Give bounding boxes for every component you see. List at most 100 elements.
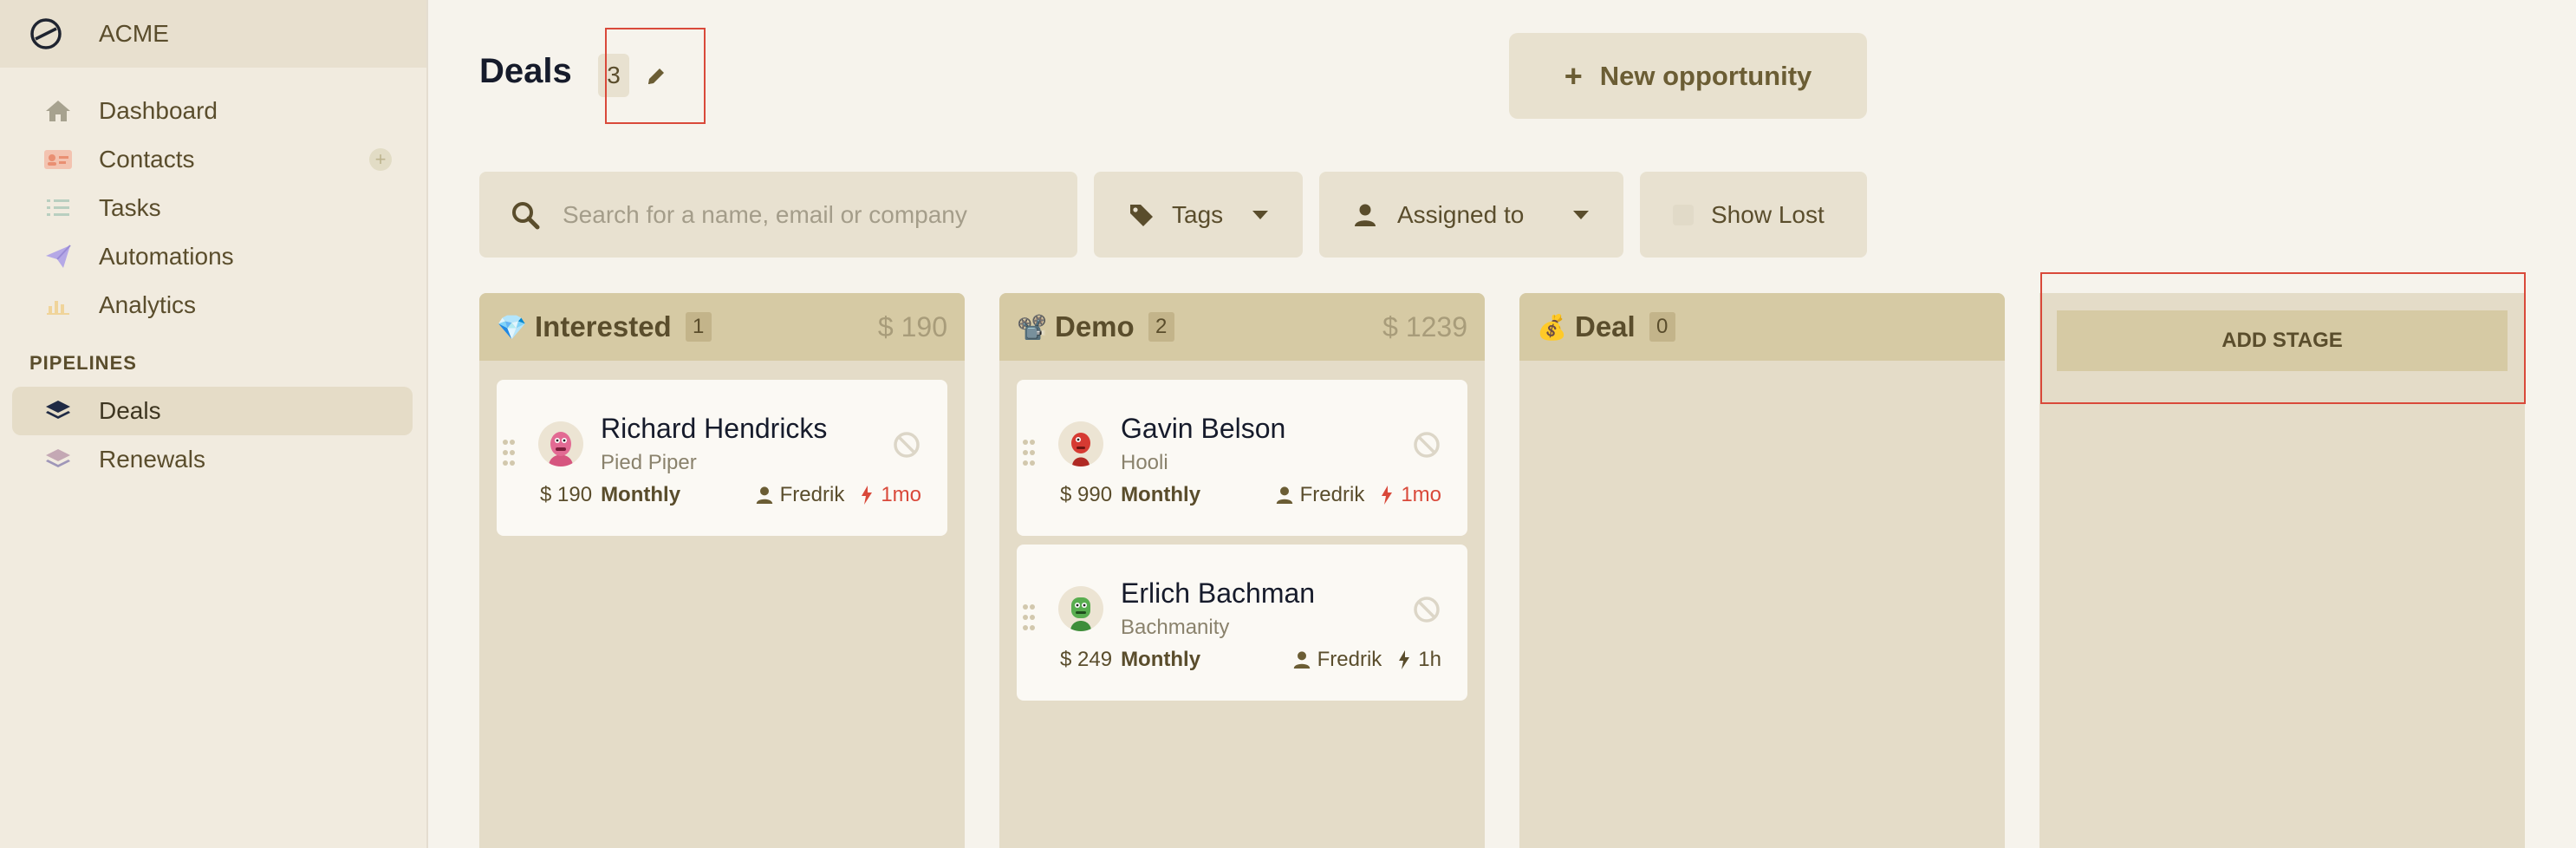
deal-age-value: 1mo bbox=[1401, 483, 1441, 506]
sidebar-item-dashboard[interactable]: Dashboard bbox=[0, 87, 426, 135]
stage-title: Interested bbox=[535, 310, 672, 342]
sidebar: ACME Dashboard Contacts + Tasks Automati… bbox=[0, 0, 428, 848]
show-lost-label: Show Lost bbox=[1711, 200, 1825, 228]
sidebar-item-label: Analytics bbox=[99, 291, 197, 318]
tags-filter-dropdown[interactable]: Tags bbox=[1094, 172, 1303, 258]
sidebar-item-label: Dashboard bbox=[99, 97, 218, 124]
assigned-to-filter-dropdown[interactable]: Assigned to bbox=[1319, 172, 1623, 258]
paper-plane-icon bbox=[43, 242, 73, 271]
deal-owner-name: Fredrik bbox=[1317, 648, 1382, 671]
stage-header[interactable]: 📽️ Demo 2 $ 1239 bbox=[999, 293, 1485, 361]
stage-total: $ 1239 bbox=[1382, 310, 1467, 342]
search-placeholder: Search for a name, email or company bbox=[563, 200, 967, 228]
deal-contact-name: Erlich Bachman bbox=[1121, 577, 1316, 609]
deal-card[interactable]: Richard Hendricks Pied Piper $ 190 Month… bbox=[497, 380, 947, 536]
mark-lost-icon[interactable] bbox=[1412, 430, 1441, 460]
mark-lost-icon[interactable] bbox=[892, 430, 921, 460]
sidebar-item-label: Deals bbox=[99, 397, 161, 424]
green-monster-avatar bbox=[1058, 586, 1103, 631]
deal-meta: $ 990 Monthly Fredrik 1mo bbox=[1060, 482, 1441, 508]
pipelines-section-title: PIPELINES bbox=[29, 352, 137, 374]
deal-owner-name: Fredrik bbox=[1299, 483, 1365, 506]
search-input[interactable]: Search for a name, email or company bbox=[479, 172, 1077, 258]
sidebar-item-renewals[interactable]: Renewals bbox=[0, 435, 426, 484]
sidebar-item-deals[interactable]: Deals bbox=[12, 387, 413, 435]
checklist-icon bbox=[43, 193, 73, 223]
drag-handle-icon[interactable] bbox=[502, 439, 516, 466]
sidebar-item-label: Contacts bbox=[99, 146, 195, 173]
deal-company: Pied Piper bbox=[601, 451, 697, 474]
add-stage-column: ADD STAGE bbox=[2039, 293, 2525, 848]
deal-meta: $ 249 Monthly Fredrik 1h bbox=[1060, 647, 1441, 673]
film-projector-icon: 📽️ bbox=[1017, 313, 1047, 341]
deal-period: Monthly bbox=[601, 483, 681, 506]
sidebar-item-contacts[interactable]: Contacts + bbox=[0, 135, 426, 184]
stage-column-demo: 📽️ Demo 2 $ 1239 Gavin Belson Hooli $ 99… bbox=[999, 293, 1485, 848]
layers-icon bbox=[43, 445, 73, 474]
assigned-to-label: Assigned to bbox=[1397, 200, 1525, 228]
deal-owner[interactable]: Fredrik bbox=[1293, 648, 1382, 672]
pencil-icon bbox=[648, 68, 664, 84]
stage-header[interactable]: 💎 Interested 1 $ 190 bbox=[479, 293, 965, 361]
user-icon bbox=[1276, 486, 1292, 504]
deal-meta: $ 190 Monthly Fredrik 1mo bbox=[540, 482, 921, 508]
sidebar-item-label: Renewals bbox=[99, 446, 205, 473]
home-icon bbox=[43, 96, 73, 126]
deal-amount: $ 249 bbox=[1060, 648, 1113, 671]
deal-owner-name: Fredrik bbox=[779, 483, 845, 506]
new-opportunity-button[interactable]: + New opportunity bbox=[1509, 33, 1867, 119]
deal-contact-name: Gavin Belson bbox=[1121, 413, 1286, 444]
user-icon bbox=[756, 486, 772, 504]
deal-age: 1mo bbox=[1380, 483, 1441, 507]
new-opportunity-label: New opportunity bbox=[1599, 60, 1812, 91]
red-monster-avatar bbox=[1058, 421, 1103, 466]
page-title: Deals bbox=[479, 52, 572, 90]
sidebar-nav: Dashboard Contacts + Tasks Automations A… bbox=[0, 68, 426, 484]
deal-age: 1h bbox=[1397, 648, 1441, 672]
deal-period: Monthly bbox=[1121, 648, 1201, 671]
search-icon bbox=[512, 201, 540, 229]
show-lost-toggle[interactable]: Show Lost bbox=[1640, 172, 1867, 258]
deal-contact-name: Richard Hendricks bbox=[601, 413, 828, 444]
deal-period: Monthly bbox=[1121, 483, 1201, 506]
deal-card[interactable]: Erlich Bachman Bachmanity $ 249 Monthly … bbox=[1017, 545, 1467, 701]
sidebar-item-label: Tasks bbox=[99, 194, 161, 221]
org-logo-icon bbox=[30, 18, 62, 49]
mark-lost-icon[interactable] bbox=[1412, 595, 1441, 624]
deal-card[interactable]: Gavin Belson Hooli $ 990 Monthly Fredrik… bbox=[1017, 380, 1467, 536]
deal-owner[interactable]: Fredrik bbox=[1276, 483, 1365, 507]
org-switcher[interactable]: ACME bbox=[0, 0, 426, 68]
stage-count-badge: 2 bbox=[1148, 312, 1174, 342]
pink-monster-avatar bbox=[538, 421, 583, 466]
bar-chart-icon bbox=[43, 290, 73, 320]
org-name: ACME bbox=[99, 20, 169, 47]
tag-icon bbox=[1130, 204, 1153, 226]
deal-company: Hooli bbox=[1121, 451, 1168, 474]
deal-owner[interactable]: Fredrik bbox=[756, 483, 845, 507]
sidebar-item-tasks[interactable]: Tasks bbox=[0, 184, 426, 232]
stage-title: Demo bbox=[1055, 310, 1135, 342]
user-icon bbox=[1293, 651, 1310, 669]
deal-age-value: 1h bbox=[1418, 648, 1441, 671]
drag-handle-icon[interactable] bbox=[1022, 439, 1036, 466]
deal-age-value: 1mo bbox=[881, 483, 921, 506]
tags-filter-label: Tags bbox=[1172, 200, 1224, 228]
stage-count-badge: 0 bbox=[1649, 312, 1675, 342]
drag-handle-icon[interactable] bbox=[1022, 603, 1036, 631]
deal-count-badge: 3 bbox=[598, 54, 629, 97]
show-lost-checkbox[interactable] bbox=[1673, 204, 1694, 225]
lightning-icon bbox=[862, 486, 873, 505]
stage-title: Deal bbox=[1575, 310, 1636, 342]
lightning-icon bbox=[1382, 486, 1393, 505]
stage-header[interactable]: 💰 Deal 0 bbox=[1519, 293, 2005, 361]
add-contact-icon[interactable]: + bbox=[369, 148, 392, 171]
edit-pipeline-button[interactable] bbox=[638, 61, 674, 92]
gem-icon: 💎 bbox=[497, 313, 527, 341]
sidebar-item-analytics[interactable]: Analytics bbox=[0, 281, 426, 329]
deal-company: Bachmanity bbox=[1121, 616, 1230, 639]
add-stage-button[interactable]: ADD STAGE bbox=[2057, 310, 2508, 371]
plus-icon: + bbox=[1564, 57, 1583, 94]
sidebar-item-label: Automations bbox=[99, 243, 234, 270]
money-bag-icon: 💰 bbox=[1537, 313, 1567, 341]
sidebar-item-automations[interactable]: Automations bbox=[0, 232, 426, 281]
